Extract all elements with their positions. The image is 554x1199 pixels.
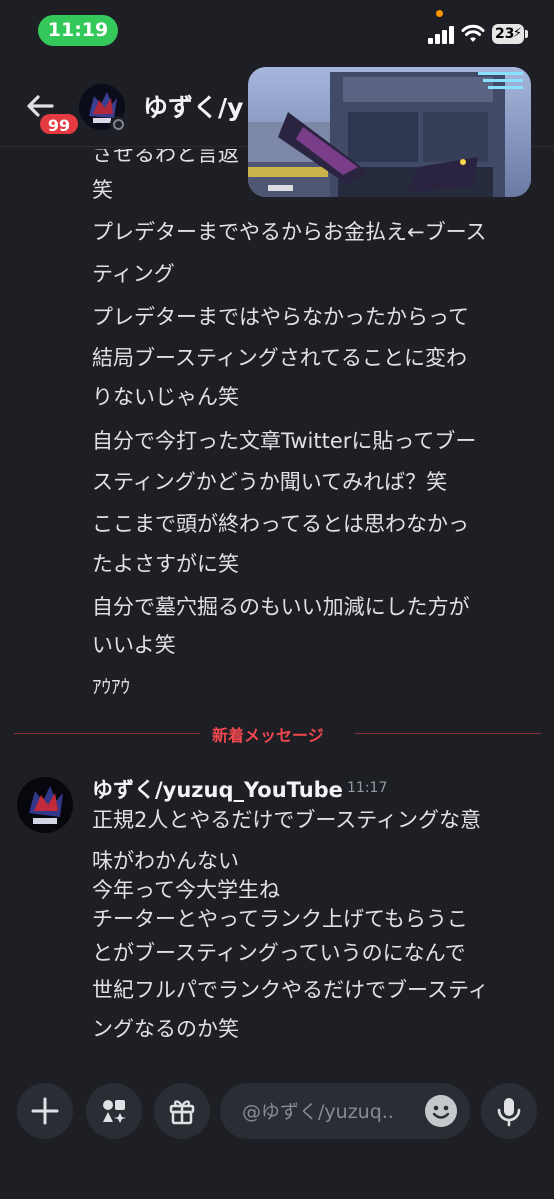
unread-badge: 99 (38, 112, 80, 136)
message-timestamp: 11:17 (347, 780, 388, 796)
voice-message-button[interactable] (481, 1083, 537, 1139)
battery-icon: 23 ⚡ (492, 24, 528, 44)
message-line: 自分で墓穴掘るのもいい加減にした方が (92, 595, 470, 619)
author-avatar-image (17, 777, 73, 833)
picture-in-picture-video[interactable] (248, 67, 531, 197)
add-attachment-button[interactable] (17, 1083, 73, 1139)
wifi-icon (461, 24, 485, 42)
message-line: ティング (92, 262, 175, 286)
message-line: りないじゃん笑 (92, 385, 239, 409)
message-line: チーターとやってランク上げてもらうこ (92, 907, 468, 931)
message-line: プレデターまではやらなかったからって (92, 305, 469, 329)
message-line: 結局ブースティングされてることに変わ (92, 346, 468, 370)
message-line: ｱｳｱｳ (92, 676, 131, 698)
game-video-frame (248, 67, 531, 197)
author-avatar[interactable] (17, 777, 73, 833)
offline-status-icon (110, 116, 126, 132)
message-line: 自分で今打った文章Twitterに貼ってブー (92, 429, 477, 453)
message-line: とがブースティングっていうのになんで (92, 941, 466, 965)
new-messages-divider-right (355, 733, 541, 734)
apps-button[interactable] (86, 1083, 142, 1139)
message-line: 正規2人とやるだけでブースティングな意 (92, 808, 482, 832)
apps-icon (103, 1100, 126, 1123)
gift-button[interactable] (154, 1083, 210, 1139)
author-name[interactable]: ゆずく/yuzuq_YouTube (92, 774, 343, 804)
emoji-icon[interactable] (425, 1095, 457, 1127)
new-messages-divider-left (14, 733, 200, 734)
microphone-icon (497, 1098, 521, 1127)
message-line: 世紀フルパでランクやるだけでブースティ (92, 978, 489, 1002)
charging-icon: ⚡ (512, 26, 522, 41)
plus-icon (31, 1097, 59, 1125)
message-line: いいよ笑 (92, 633, 176, 657)
message-input-container[interactable] (220, 1083, 470, 1139)
status-bar: 11:19 23 ⚡ (0, 0, 554, 64)
gift-icon (169, 1100, 195, 1125)
message-line: 今年って今大学生ね (92, 878, 280, 902)
message-line: ここまで頭が終わってるとは思わなかっ (92, 512, 469, 536)
message-input[interactable] (240, 1097, 434, 1127)
message-line: スティングかどうか聞いてみれば？笑 (92, 470, 448, 494)
signal-icon (428, 24, 454, 44)
message-line: 笑 (92, 178, 113, 202)
new-messages-label: 新着メッセージ (212, 726, 324, 745)
message-line: ングなるのか笑 (92, 1017, 239, 1041)
message-line: たよさすがに笑 (92, 552, 239, 576)
channel-title[interactable]: ゆずく/y (143, 88, 243, 124)
privacy-indicator (436, 10, 443, 17)
message-line: プレデターまでやるからお金払え←ブース (92, 220, 487, 244)
status-time[interactable]: 11:19 (38, 15, 118, 46)
message-line: 味がわかんない (92, 849, 239, 873)
